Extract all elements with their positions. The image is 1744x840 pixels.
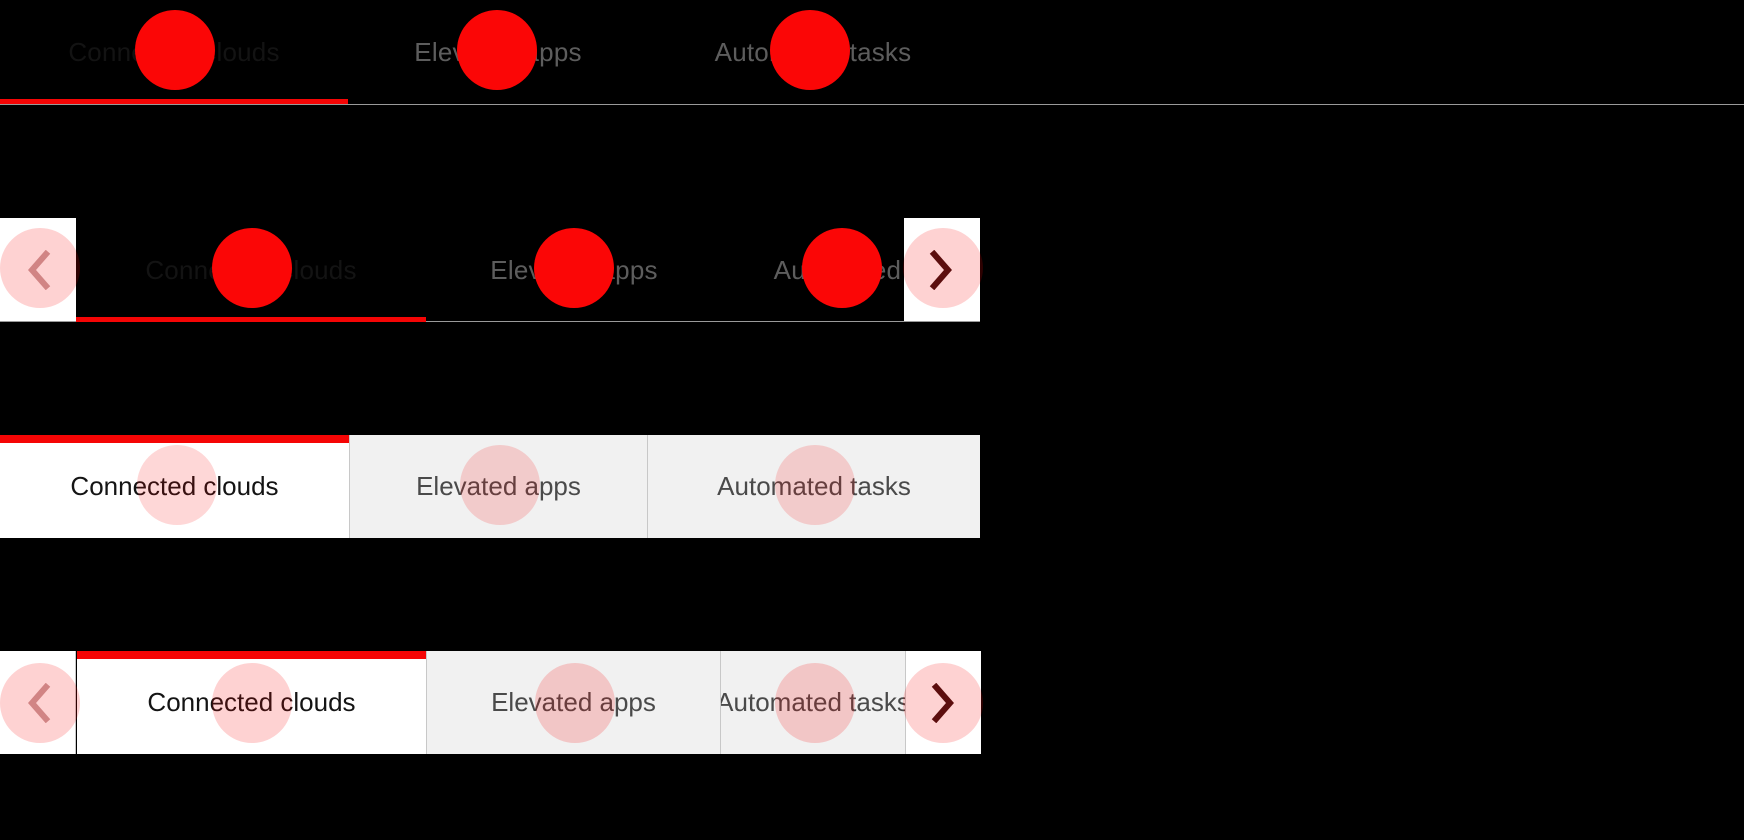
active-tab-indicator xyxy=(0,99,348,104)
chevron-left-icon xyxy=(27,682,50,723)
tab-label: Automated tasks xyxy=(721,687,905,717)
tab-variants-canvas: Connected clouds Elevated apps Automated… xyxy=(0,0,1744,840)
tab-elevated-apps[interactable]: Elevated apps xyxy=(426,218,722,322)
scroll-next-button[interactable] xyxy=(904,218,980,321)
tab-label: Elevated apps xyxy=(416,471,581,501)
tab-elevated-apps[interactable]: Elevated apps xyxy=(427,651,721,754)
tab-automated-tasks[interactable]: Automated tasks xyxy=(721,651,905,754)
tab-label: Elevated apps xyxy=(491,687,656,717)
tabstrip-underline-plain: Connected clouds Elevated apps Automated… xyxy=(0,0,1744,105)
tabstrip-underline-scrollable: Connected clouds Elevated apps Automated… xyxy=(0,218,980,322)
tab-label: Connected clouds xyxy=(147,687,356,717)
tab-connected-clouds[interactable]: Connected clouds xyxy=(77,651,427,754)
tab-elevated-apps[interactable]: Elevated apps xyxy=(348,0,648,104)
tab-label: Connected clouds xyxy=(145,254,357,285)
tab-label: Elevated apps xyxy=(414,36,582,67)
active-tab-indicator xyxy=(76,317,426,322)
tab-automated-tasks[interactable]: Automated tasks xyxy=(648,0,978,104)
tab-connected-clouds[interactable]: Connected clouds xyxy=(76,218,426,322)
chevron-left-icon xyxy=(28,249,51,290)
tab-automated-tasks[interactable]: Automated tasks xyxy=(648,435,980,538)
tab-elevated-apps[interactable]: Elevated apps xyxy=(350,435,648,538)
scroll-prev-button[interactable] xyxy=(0,218,76,321)
tab-label: Automated tasks xyxy=(714,36,912,67)
tab-label: Connected clouds xyxy=(70,471,279,501)
tab-connected-clouds[interactable]: Connected clouds xyxy=(0,435,350,538)
chevron-right-icon xyxy=(931,682,954,723)
chevron-right-icon xyxy=(929,249,952,290)
tabstrip-boxed-plain: Connected clouds Elevated apps Automated… xyxy=(0,435,980,538)
tabstrip-baseline-rule xyxy=(0,104,1744,105)
tab-label: Elevated apps xyxy=(490,254,658,285)
scroll-next-button[interactable] xyxy=(905,651,981,754)
tabstrip-boxed-scrollable: Connected clouds Elevated apps Automated… xyxy=(0,651,981,754)
active-tab-indicator xyxy=(77,651,426,659)
tab-connected-clouds[interactable]: Connected clouds xyxy=(0,0,348,104)
tab-label: Automated tasks xyxy=(717,471,911,501)
tab-label: Connected clouds xyxy=(68,36,280,67)
scroll-prev-button[interactable] xyxy=(0,651,76,754)
active-tab-indicator xyxy=(0,435,349,443)
